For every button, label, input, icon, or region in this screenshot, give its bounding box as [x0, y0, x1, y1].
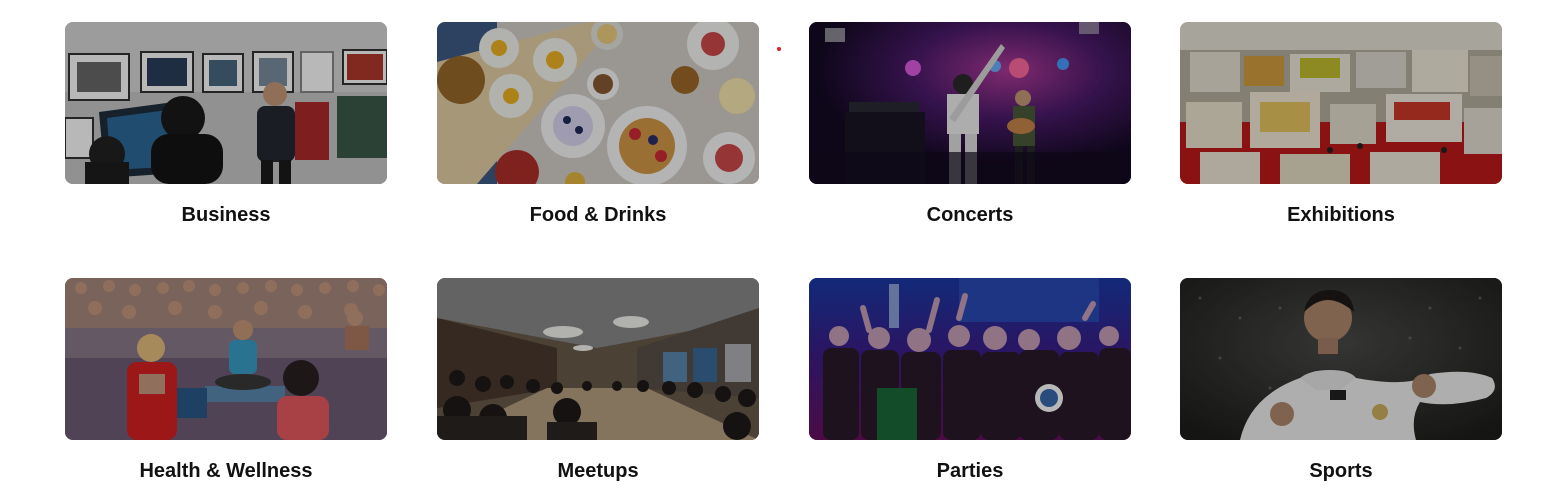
exhibition-photo[interactable] [1180, 22, 1502, 184]
category-card-meetups[interactable]: Meetups [437, 278, 759, 482]
category-label[interactable]: Concerts [809, 203, 1131, 227]
category-card-parties[interactable]: Parties [809, 278, 1131, 482]
meetup-photo[interactable] [437, 278, 759, 440]
category-card-sports[interactable]: Sports [1180, 278, 1502, 482]
category-card-food-drinks[interactable]: Food & Drinks [437, 22, 759, 226]
category-label[interactable]: Exhibitions [1180, 203, 1502, 227]
category-label[interactable]: Meetups [437, 459, 759, 483]
accent-dot [777, 47, 781, 51]
party-photo[interactable] [809, 278, 1131, 440]
category-card-health-wellness[interactable]: Health & Wellness [65, 278, 387, 482]
yoga-photo[interactable] [65, 278, 387, 440]
concert-photo[interactable] [809, 22, 1131, 184]
food-photo[interactable] [437, 22, 759, 184]
category-label[interactable]: Food & Drinks [437, 203, 759, 227]
category-grid: Business Food & Drinks Concerts Exhibiti… [0, 0, 1562, 496]
category-label[interactable]: Health & Wellness [65, 459, 387, 483]
category-label[interactable]: Sports [1180, 459, 1502, 483]
category-label[interactable]: Parties [809, 459, 1131, 483]
category-card-exhibitions[interactable]: Exhibitions [1180, 22, 1502, 226]
sports-photo[interactable] [1180, 278, 1502, 440]
category-label[interactable]: Business [65, 203, 387, 227]
category-card-business[interactable]: Business [65, 22, 387, 226]
category-card-concerts[interactable]: Concerts [809, 22, 1131, 226]
business-photo[interactable] [65, 22, 387, 184]
